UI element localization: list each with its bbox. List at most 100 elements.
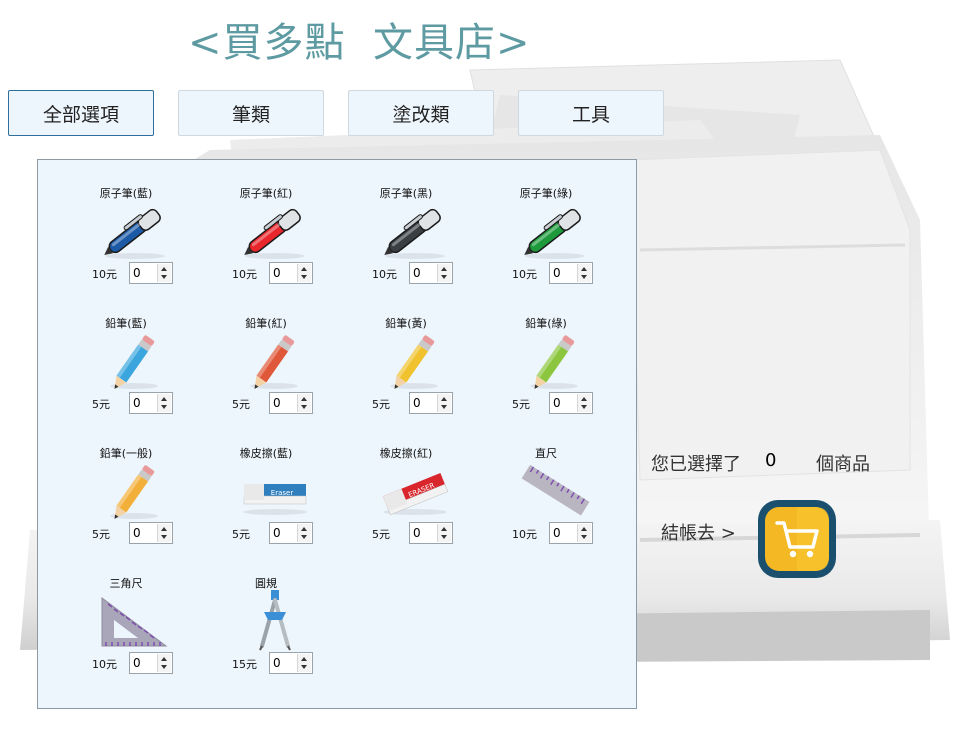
product-name: 圓規 [255,577,277,590]
spinner-buttons[interactable] [577,394,591,412]
spinner-buttons[interactable] [157,264,171,282]
page-title: <買多點 文具店> [188,20,531,66]
decrement-arrow-icon[interactable] [441,535,447,539]
spinner-buttons[interactable] [297,394,311,412]
quantity-value: 0 [133,396,141,410]
selection-summary-suffix: 個商品 [816,454,870,475]
quantity-stepper[interactable]: 0 [129,652,173,674]
spinner-buttons[interactable] [297,264,311,282]
increment-arrow-icon[interactable] [441,527,447,531]
decrement-arrow-icon[interactable] [301,535,307,539]
quantity-stepper[interactable]: 0 [129,392,173,414]
decrement-arrow-icon[interactable] [161,665,167,669]
spinner-buttons[interactable] [297,524,311,542]
eraser-icon: Eraser [238,460,312,522]
decrement-arrow-icon[interactable] [301,275,307,279]
quantity-stepper[interactable]: 0 [269,522,313,544]
product-price: 10元 [372,268,397,281]
product-price: 5元 [92,398,110,411]
increment-arrow-icon[interactable] [581,527,587,531]
quantity-stepper[interactable]: 0 [269,392,313,414]
spinner-buttons[interactable] [437,394,451,412]
quantity-stepper[interactable]: 0 [129,262,173,284]
tab-correction[interactable]: 塗改類 [348,90,494,136]
spinner-buttons[interactable] [157,394,171,412]
decrement-arrow-icon[interactable] [581,405,587,409]
quantity-stepper[interactable]: 0 [269,262,313,284]
product-item: 鉛筆(黃) 5元 0 [336,290,476,414]
increment-arrow-icon[interactable] [161,527,167,531]
spinner-buttons[interactable] [577,524,591,542]
increment-arrow-icon[interactable] [441,397,447,401]
tab-tools[interactable]: 工具 [518,90,664,136]
increment-arrow-icon[interactable] [301,657,307,661]
product-item: 原子筆(黑) 10元 0 [336,160,476,284]
increment-arrow-icon[interactable] [441,267,447,271]
increment-arrow-icon[interactable] [581,267,587,271]
product-name: 三角尺 [109,577,143,590]
quantity-stepper[interactable]: 0 [549,522,593,544]
decrement-arrow-icon[interactable] [301,405,307,409]
quantity-stepper[interactable]: 0 [549,262,593,284]
product-name: 鉛筆(黃) [385,317,427,330]
product-price: 5元 [232,528,250,541]
product-name: 原子筆(藍) [99,187,153,200]
quantity-value: 0 [133,266,141,280]
product-name: 鉛筆(綠) [525,317,567,330]
quantity-value: 0 [553,526,561,540]
shopping-cart-icon [758,500,836,578]
pencil-icon [518,330,592,392]
quantity-stepper[interactable]: 0 [409,262,453,284]
product-price: 10元 [232,268,257,281]
quantity-stepper[interactable]: 0 [549,392,593,414]
decrement-arrow-icon[interactable] [581,275,587,279]
increment-arrow-icon[interactable] [301,267,307,271]
product-panel: 原子筆(藍) 10元 0 原子筆(紅) 10元 0 原子筆(黑) 10元 0 原… [37,159,637,709]
spinner-buttons[interactable] [157,524,171,542]
product-price: 5元 [372,398,390,411]
selected-count: 0 [765,450,777,471]
quantity-value: 0 [133,526,141,540]
quantity-value: 0 [273,396,281,410]
quantity-value: 0 [273,526,281,540]
spinner-buttons[interactable] [297,654,311,672]
increment-arrow-icon[interactable] [581,397,587,401]
quantity-stepper[interactable]: 0 [409,522,453,544]
decrement-arrow-icon[interactable] [441,405,447,409]
tab-pens[interactable]: 筆類 [178,90,324,136]
quantity-stepper[interactable]: 0 [409,392,453,414]
checkout-label[interactable]: 結帳去 > [661,519,736,545]
tab-all[interactable]: 全部選項 [8,90,154,136]
spinner-buttons[interactable] [437,264,451,282]
product-item: 橡皮擦(藍) Eraser 5元 0 [196,420,336,544]
product-item: 原子筆(藍) 10元 0 [56,160,196,284]
quantity-value: 0 [553,266,561,280]
quantity-value: 0 [413,266,421,280]
quantity-stepper[interactable]: 0 [129,522,173,544]
product-price: 10元 [512,268,537,281]
spinner-buttons[interactable] [577,264,591,282]
spinner-buttons[interactable] [437,524,451,542]
product-price: 5元 [372,528,390,541]
decrement-arrow-icon[interactable] [161,535,167,539]
decrement-arrow-icon[interactable] [581,535,587,539]
increment-arrow-icon[interactable] [161,397,167,401]
increment-arrow-icon[interactable] [301,527,307,531]
product-item: 鉛筆(一般) 5元 0 [56,420,196,544]
quantity-stepper[interactable]: 0 [269,652,313,674]
decrement-arrow-icon[interactable] [441,275,447,279]
checkout-cart-button[interactable] [757,499,837,579]
decrement-arrow-icon[interactable] [161,275,167,279]
product-name: 鉛筆(紅) [245,317,287,330]
decrement-arrow-icon[interactable] [161,405,167,409]
product-name: 鉛筆(藍) [105,317,147,330]
product-item: 直尺 10元 0 [476,420,616,544]
pencil-icon [98,330,172,392]
increment-arrow-icon[interactable] [161,267,167,271]
decrement-arrow-icon[interactable] [301,665,307,669]
increment-arrow-icon[interactable] [161,657,167,661]
product-name: 鉛筆(一般) [99,447,153,460]
spinner-buttons[interactable] [157,654,171,672]
increment-arrow-icon[interactable] [301,397,307,401]
product-name: 橡皮擦(紅) [379,447,433,460]
